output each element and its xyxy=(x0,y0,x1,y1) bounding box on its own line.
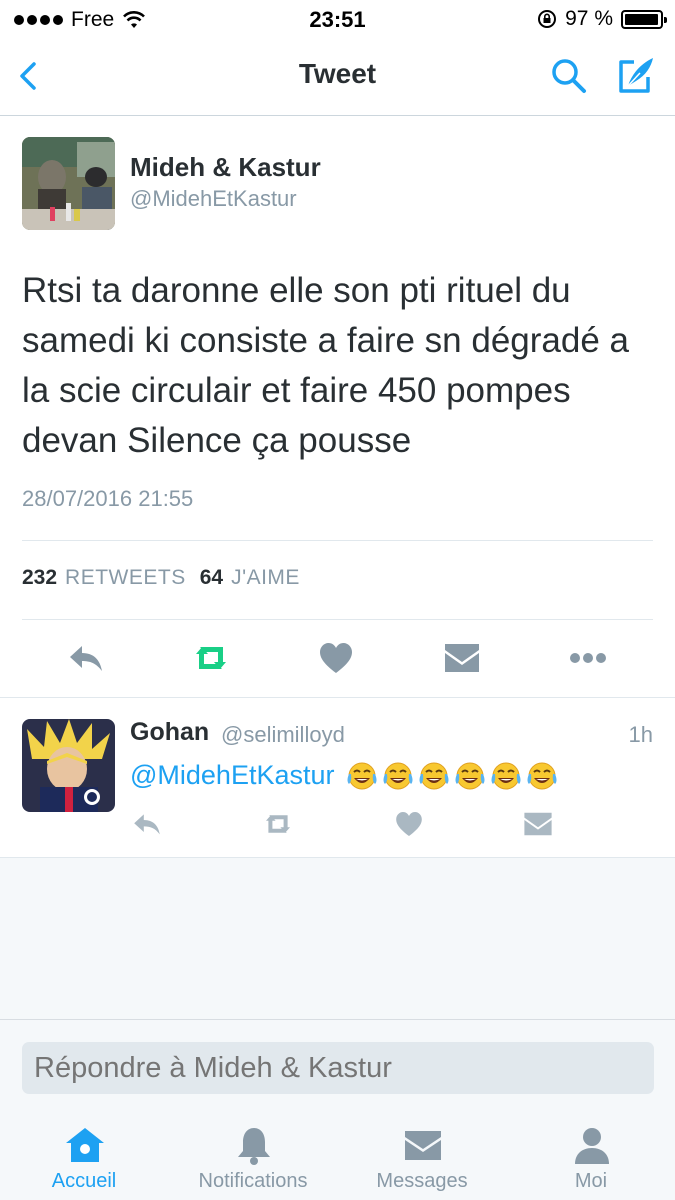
tears-of-joy-emoji-icon xyxy=(455,762,484,789)
direct-message-icon[interactable] xyxy=(442,638,482,678)
tears-of-joy-emoji-icon xyxy=(347,762,376,789)
tab-label: Messages xyxy=(376,1170,468,1192)
likes-label[interactable]: J'AIME xyxy=(231,566,300,590)
tab-notifications[interactable]: Notifications xyxy=(169,1102,337,1200)
reply-text: @MidehEtKastur xyxy=(130,760,558,791)
tears-of-joy-emoji-icon xyxy=(419,762,448,789)
status-bar: Free 23:51 97 % xyxy=(0,0,675,1028)
like-heart-icon[interactable] xyxy=(316,638,356,678)
retweet-icon[interactable] xyxy=(262,808,294,840)
author-name[interactable]: Mideh & Kastur xyxy=(130,152,321,183)
rotation-lock-icon xyxy=(538,10,557,28)
author-handle[interactable]: @MidehEtKastur xyxy=(130,186,297,212)
reply-author-name[interactable]: Gohan xyxy=(130,718,209,747)
divider xyxy=(22,540,653,541)
reply-icon[interactable] xyxy=(66,638,106,678)
status-right: 97 % xyxy=(537,7,667,31)
reply-timestamp: 1h xyxy=(628,722,653,747)
envelope-icon xyxy=(405,1131,441,1160)
reply-icon[interactable] xyxy=(131,808,163,840)
avatar[interactable] xyxy=(22,137,115,230)
home-icon xyxy=(66,1128,104,1162)
tweet-timestamp: 28/07/2016 21:55 xyxy=(22,486,194,511)
tears-of-joy-emoji-icon xyxy=(383,762,412,789)
retweets-count[interactable]: 232 xyxy=(22,566,57,590)
tab-label: Moi xyxy=(574,1170,608,1192)
tweet-stats: 232 RETWEETS 64 J'AIME xyxy=(22,566,314,590)
reply-mention[interactable]: @MidehEtKastur xyxy=(130,760,335,791)
retweet-icon[interactable] xyxy=(191,638,231,678)
search-icon[interactable] xyxy=(548,55,590,97)
timeline-empty-area xyxy=(0,858,675,1020)
reply-composer xyxy=(0,1020,675,1102)
avatar[interactable] xyxy=(22,719,115,812)
tears-of-joy-emoji-icon xyxy=(491,762,520,789)
likes-count[interactable]: 64 xyxy=(200,566,223,590)
more-options-icon[interactable] xyxy=(568,638,608,678)
reply-author-handle[interactable]: @selimilloyd xyxy=(221,722,345,748)
divider xyxy=(22,619,653,620)
reply-tweet[interactable]: Gohan @selimilloyd 1h @MidehEtKastur xyxy=(0,698,675,858)
tab-home[interactable]: Accueil xyxy=(0,1102,168,1200)
tweet-text: Rtsi ta daronne elle son pti rituel du s… xyxy=(22,271,629,460)
tab-label: Notifications xyxy=(198,1170,308,1192)
battery-percent: 97 % xyxy=(565,7,613,30)
emoji-row xyxy=(346,761,558,791)
person-icon xyxy=(575,1128,609,1164)
bell-icon xyxy=(238,1128,270,1165)
retweets-label[interactable]: RETWEETS xyxy=(65,566,186,590)
main-tweet: Mideh & Kastur @MidehEtKastur Rtsi ta da… xyxy=(0,116,675,698)
nav-bar: Tweet xyxy=(0,38,675,116)
reply-input[interactable] xyxy=(22,1042,654,1094)
direct-message-icon[interactable] xyxy=(522,808,554,840)
battery-icon xyxy=(621,9,667,29)
tab-label: Accueil xyxy=(51,1170,117,1192)
compose-tweet-icon[interactable] xyxy=(614,53,658,97)
tab-me[interactable]: Moi xyxy=(507,1102,675,1200)
tab-messages[interactable]: Messages xyxy=(338,1102,506,1200)
like-heart-icon[interactable] xyxy=(393,808,425,840)
tab-bar: Accueil Notifications Messages Moi xyxy=(0,1102,675,1200)
tears-of-joy-emoji-icon xyxy=(527,762,556,789)
